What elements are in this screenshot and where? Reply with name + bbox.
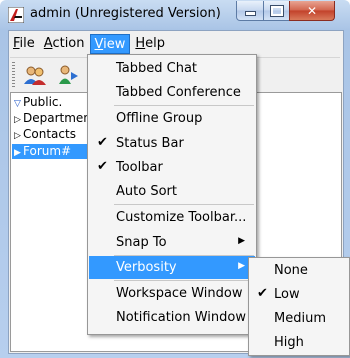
- maximize-icon: [269, 4, 284, 17]
- user-transfer-icon[interactable]: [56, 64, 80, 86]
- app-logo-icon: [8, 7, 24, 23]
- menu-help[interactable]: Help: [131, 34, 169, 53]
- toolbar-grip[interactable]: [12, 62, 15, 88]
- close-button[interactable]: ✕: [289, 1, 335, 21]
- menu-item-offline-group[interactable]: Offline Group: [89, 107, 255, 130]
- menu-separator: [114, 280, 254, 281]
- menu-item-verbosity[interactable]: Verbosity ▶: [89, 256, 255, 279]
- menu-item-status-bar[interactable]: ✔ Status Bar: [89, 132, 255, 155]
- menu-item-tabbed-conference[interactable]: Tabbed Conference: [89, 81, 255, 104]
- close-icon: ✕: [306, 3, 318, 18]
- menu-item-snap-to[interactable]: Snap To ▶: [89, 231, 255, 254]
- menu-item-toolbar[interactable]: ✔ Toolbar: [89, 156, 255, 179]
- checkmark-icon: ✔: [257, 286, 268, 301]
- menu-separator: [114, 105, 254, 106]
- expanded-arrow-icon[interactable]: ▽: [14, 97, 22, 112]
- maximize-button[interactable]: [263, 1, 290, 21]
- checkmark-icon: ✔: [97, 159, 108, 174]
- tree-node-contacts[interactable]: ▷ Contacts: [14, 127, 76, 142]
- minimize-button[interactable]: [236, 1, 264, 21]
- view-menu: Tabbed Chat Tabbed Conference Offline Gr…: [87, 54, 257, 335]
- window-title: admin (Unregistered Version): [30, 6, 221, 21]
- menu-item-notification-window[interactable]: Notification Window: [89, 306, 255, 329]
- menu-item-customize-toolbar[interactable]: Customize Toolbar...: [89, 206, 255, 229]
- verbosity-submenu: None ✔ Low Medium High: [248, 257, 350, 356]
- menu-view[interactable]: View: [89, 34, 131, 54]
- verbosity-high[interactable]: High: [250, 331, 348, 354]
- collapsed-arrow-icon[interactable]: ▷: [14, 129, 22, 144]
- menu-action[interactable]: Action: [40, 34, 89, 53]
- title-bar[interactable]: admin (Unregistered Version) ✕: [0, 0, 350, 30]
- checkmark-icon: ✔: [97, 135, 108, 150]
- menu-separator: [114, 204, 254, 205]
- verbosity-low[interactable]: ✔ Low: [250, 283, 348, 306]
- collapsed-arrow-icon[interactable]: ▷: [14, 113, 22, 128]
- verbosity-medium[interactable]: Medium: [250, 307, 348, 330]
- users-icon[interactable]: [23, 64, 47, 86]
- menu-file[interactable]: File: [9, 34, 39, 53]
- menu-item-tabbed-chat[interactable]: Tabbed Chat: [89, 57, 255, 80]
- collapsed-arrow-icon[interactable]: ▶: [14, 146, 22, 161]
- menu-item-workspace-window[interactable]: Workspace Window: [89, 282, 255, 305]
- tree-node-public[interactable]: ▽ Public.: [14, 95, 62, 110]
- minimize-icon: [244, 11, 256, 16]
- menu-item-auto-sort[interactable]: Auto Sort: [89, 180, 255, 203]
- submenu-arrow-icon: ▶: [238, 236, 245, 246]
- menu-bar: File Action View Help: [9, 34, 343, 54]
- verbosity-none[interactable]: None: [250, 259, 348, 282]
- submenu-arrow-icon: ▶: [238, 261, 245, 271]
